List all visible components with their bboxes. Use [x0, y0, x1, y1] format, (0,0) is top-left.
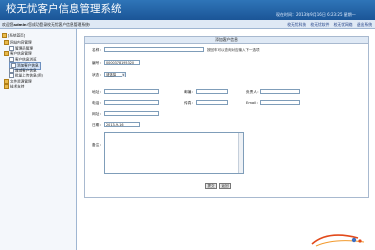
address-label: 地址： — [92, 90, 104, 94]
link-network[interactable]: 校无忧网络 — [334, 22, 353, 27]
submit-button[interactable]: 提交 — [205, 183, 217, 189]
watermark-logo-graphic — [311, 234, 365, 247]
tree-label: 客户信息浏览 — [15, 57, 37, 61]
tree-label: 技术支持 — [10, 84, 25, 89]
top-links: 校无忧科技 校无忧软件 校无忧网络 退出系统 — [284, 22, 372, 28]
tree-label: 批量上传信息(用) — [15, 73, 43, 78]
back-button[interactable]: 返回 — [219, 183, 231, 189]
date-input[interactable]: 2013-9-16 — [104, 122, 140, 127]
status-value: 请选择 — [106, 73, 117, 77]
remark-textarea[interactable] — [104, 132, 244, 174]
tree-label: 网站内容管理 — [10, 40, 32, 45]
address-input[interactable] — [104, 89, 159, 94]
chevron-down-icon: ▾ — [121, 73, 125, 77]
app-title: 校无忧客户信息管理系统 — [6, 3, 122, 15]
username: admin — [13, 21, 27, 27]
tree-label: 增减客户信息 — [15, 68, 37, 72]
fax-input[interactable] — [196, 100, 228, 105]
fax-label: 传真： — [184, 101, 196, 105]
tree-item-support[interactable]: 技术支持 — [4, 84, 24, 90]
postcode-label: 邮编： — [184, 90, 196, 94]
page-icon — [9, 73, 14, 78]
page-icon — [9, 56, 14, 62]
textarea-scrollbar[interactable] — [238, 133, 243, 173]
welcome-suffix: !您成功登录校无忧客户信息管理系统! — [26, 21, 91, 27]
folder-icon — [4, 84, 9, 89]
remark-label: 备注： — [92, 143, 104, 147]
page-icon — [9, 67, 14, 73]
main-content: 添加客户信息 名称： 按回车可以查询对应输入下一选项 编号： 000037819… — [78, 30, 373, 248]
date-label: 日期： — [92, 123, 104, 127]
name-label: 名称： — [92, 48, 104, 52]
postcode-input[interactable] — [196, 89, 228, 94]
status-select[interactable]: 请选择 ▾ — [104, 72, 126, 77]
tree-label: 客户信息管理 — [10, 51, 32, 56]
form-heading: 添加客户信息 — [85, 37, 368, 44]
phone-input[interactable] — [104, 100, 159, 105]
folder-icon — [2, 33, 7, 38]
name-hint: 按回车可以查询对应输入下一选项 — [207, 48, 260, 52]
tree-label: 管理员管理 — [15, 46, 33, 50]
contact-input[interactable] — [260, 89, 300, 94]
link-software[interactable]: 校无忧软件 — [310, 22, 329, 27]
code-input[interactable]: 0000378195320 — [104, 60, 140, 65]
phone-label: 电话： — [92, 101, 104, 105]
header-datetime: 现在时间：2013年9月16日 6:23:25 星期一 — [276, 12, 356, 17]
email-label: Email： — [246, 101, 260, 105]
folder-icon — [4, 51, 9, 56]
welcome-text: 欢迎您admin!您成功登录校无忧客户信息管理系统! — [2, 22, 90, 28]
name-input[interactable] — [104, 47, 204, 52]
url-label: 网址： — [92, 112, 104, 116]
page-icon — [9, 45, 14, 51]
app-header: 校无忧客户信息管理系统 现在时间：2013年9月16日 6:23:25 星期一 — [0, 0, 375, 20]
add-customer-form: 添加客户信息 名称： 按回车可以查询对应输入下一选项 编号： 000037819… — [84, 36, 369, 198]
folder-icon — [4, 78, 9, 84]
tree-label: [系统首页] — [8, 33, 26, 38]
code-label: 编号： — [92, 61, 104, 65]
folder-icon — [4, 40, 9, 45]
tree-label: 文件资源管理 — [10, 79, 32, 83]
welcome-prefix: 欢迎您 — [2, 21, 14, 27]
contact-label: 负责人： — [246, 90, 261, 94]
status-label: 状态： — [92, 73, 104, 77]
sidebar-tree: [系统首页] 网站内容管理 管理员管理 客户信息管理 客户信息浏览 添加客户信息… — [0, 29, 77, 250]
email-field[interactable] — [260, 100, 300, 105]
link-logout[interactable]: 退出系统 — [357, 22, 372, 27]
link-company[interactable]: 校无忧科技 — [287, 22, 306, 27]
tree-item-home[interactable]: [系统首页] — [2, 33, 25, 39]
url-input[interactable] — [104, 111, 159, 116]
